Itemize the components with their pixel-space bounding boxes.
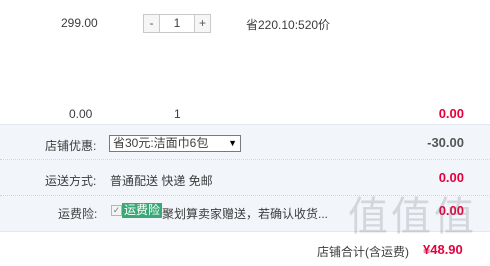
summary-price: 0.00 <box>69 107 93 121</box>
item-price: 299.00 <box>61 16 98 30</box>
shop-discount-label: 店铺优惠: <box>45 139 97 153</box>
watermark-logo: 值值值 <box>348 194 477 240</box>
checkmark-icon: ✓ <box>112 205 121 215</box>
divider <box>0 124 490 125</box>
quantity-decrease-button[interactable]: - <box>143 14 160 33</box>
summary-amount: 0.00 <box>438 106 464 121</box>
quantity-increase-button[interactable]: + <box>194 14 211 33</box>
insurance-badge: 运费险 <box>122 203 163 218</box>
item-note: 省220.10:520价 <box>246 18 331 32</box>
insurance-label: 运费险: <box>58 207 98 221</box>
total-amount: ¥48.90 <box>423 242 463 257</box>
shipping-amount: 0.00 <box>438 170 464 185</box>
summary-quantity: 1 <box>174 107 181 121</box>
shipping-method: 普通配送 快递 免邮 <box>110 174 213 188</box>
shop-discount-amount: -30.00 <box>427 135 464 150</box>
shop-discount-selected: 省30元:洁面巾6包 <box>113 136 209 150</box>
quantity-stepper: - 1 + <box>143 14 211 33</box>
triangle-down-icon: ▼ <box>228 138 237 148</box>
shipping-label: 运送方式: <box>45 174 97 188</box>
insurance-checkbox[interactable]: ✓ <box>111 205 122 216</box>
quantity-input[interactable]: 1 <box>160 14 194 33</box>
divider <box>0 159 490 160</box>
insurance-text: 聚划算卖家赠送，若确认收货... <box>162 207 329 221</box>
total-label: 店铺合计(含运费) <box>317 245 409 259</box>
shop-discount-select[interactable]: 省30元:洁面巾6包 ▼ <box>109 135 241 152</box>
